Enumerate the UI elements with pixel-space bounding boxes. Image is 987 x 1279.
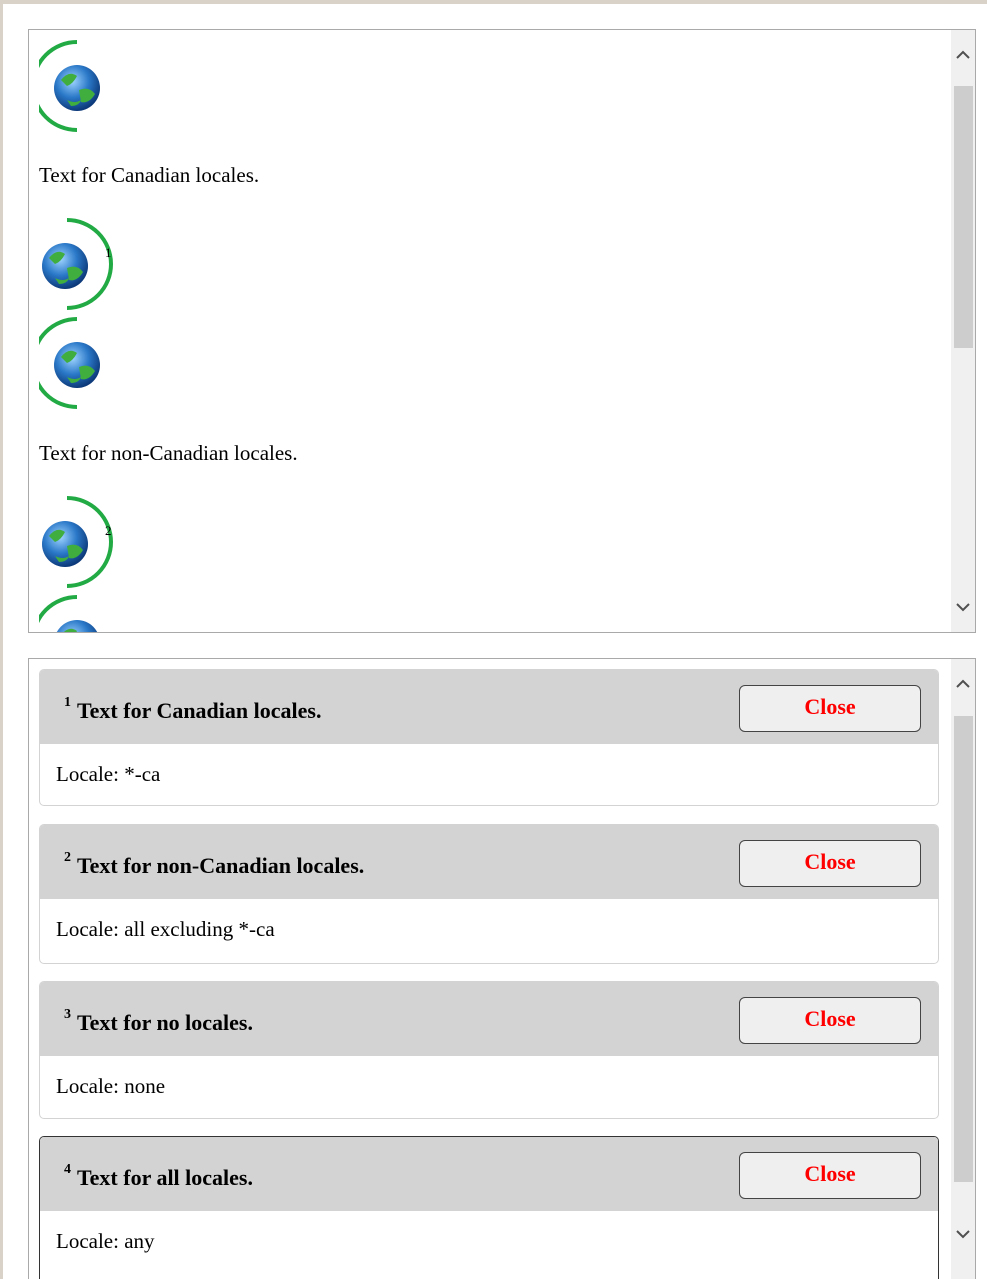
note-locale: Locale: all excluding *-ca xyxy=(56,917,275,941)
globe-icon[interactable] xyxy=(37,494,117,594)
note-body: Locale: any xyxy=(40,1211,938,1271)
note-header: 3 Text for no locales. Close xyxy=(40,982,938,1056)
note-card-1: 1 Text for Canadian locales. Close Locale… xyxy=(39,669,939,806)
note-title: 4 Text for all locales. xyxy=(64,1161,253,1190)
footnote-ref-2[interactable]: 2 xyxy=(105,523,112,539)
close-button[interactable]: Close xyxy=(739,685,921,732)
globe-icon xyxy=(39,315,119,415)
note-locale: Locale: none xyxy=(56,1074,166,1098)
globe-icon xyxy=(39,593,119,632)
chevron-up-icon[interactable] xyxy=(951,30,975,80)
note-body: Locale: *-ca xyxy=(40,744,938,804)
close-button[interactable]: Close xyxy=(739,840,921,887)
note-title: 2 Text for non-Canadian locales. xyxy=(64,849,365,878)
note-locale: Locale: any xyxy=(56,1229,155,1253)
chevron-down-icon[interactable] xyxy=(951,1209,975,1259)
note-body: Locale: all excluding *-ca xyxy=(40,899,938,959)
paragraph-canadian: Text for Canadian locales. xyxy=(39,163,260,187)
paragraph-non-canadian: Text for non-Canadian locales. xyxy=(39,441,298,465)
note-header: 4 Text for all locales. Close xyxy=(40,1137,938,1211)
globe-icon[interactable] xyxy=(37,216,117,316)
close-button[interactable]: Close xyxy=(739,997,921,1044)
content-scrollbar[interactable] xyxy=(951,30,975,632)
notes-scroll-thumb[interactable] xyxy=(954,716,973,1182)
left-divider xyxy=(0,0,3,1279)
note-card-4: 4 Text for all locales. Close Locale: any xyxy=(39,1136,939,1279)
note-card-2: 2 Text for non-Canadian locales. Close Lo… xyxy=(39,824,939,964)
chevron-up-icon[interactable] xyxy=(951,659,975,709)
footnote-ref-1[interactable]: 1 xyxy=(105,245,112,261)
notes-scrollbar[interactable] xyxy=(951,659,975,1279)
close-button[interactable]: Close xyxy=(739,1152,921,1199)
note-title: 1 Text for Canadian locales. xyxy=(64,694,322,723)
top-divider xyxy=(0,0,987,4)
chevron-down-icon[interactable] xyxy=(951,582,975,632)
content-pane[interactable]: Text for Canadian locales. 1 Text for no… xyxy=(28,29,976,633)
note-locale: Locale: *-ca xyxy=(56,762,161,786)
note-title: 3 Text for no locales. xyxy=(64,1006,253,1035)
globe-icon xyxy=(39,38,119,138)
note-card-3: 3 Text for no locales. Close Locale: none xyxy=(39,981,939,1119)
content-scroll-thumb[interactable] xyxy=(954,86,973,348)
note-header: 1 Text for Canadian locales. Close xyxy=(40,670,938,744)
notes-pane[interactable]: 1 Text for Canadian locales. Close Locale… xyxy=(28,658,976,1279)
note-body: Locale: none xyxy=(40,1056,938,1116)
note-header: 2 Text for non-Canadian locales. Close xyxy=(40,825,938,899)
